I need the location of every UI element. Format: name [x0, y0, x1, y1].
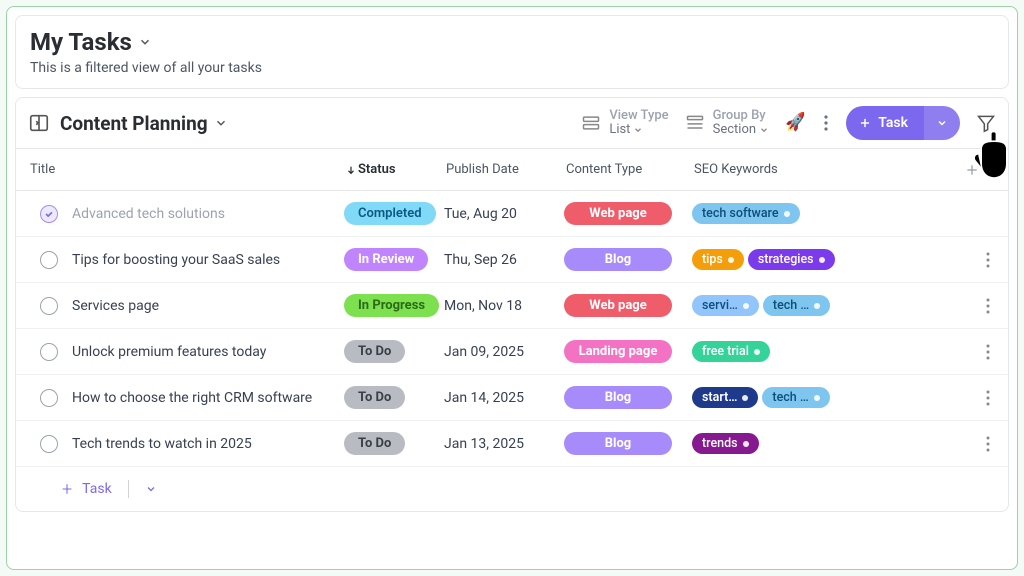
task-status[interactable]: To Do	[334, 386, 434, 409]
table-row[interactable]: Tech trends to watch in 2025To DoJan 13,…	[16, 421, 1008, 467]
col-publish[interactable]: Publish Date	[436, 162, 556, 177]
task-type[interactable]: Web page	[554, 294, 682, 317]
task-checkbox[interactable]	[40, 343, 58, 361]
table-row[interactable]: How to choose the right CRM softwareTo D…	[16, 375, 1008, 421]
task-rows: Advanced tech solutionsCompletedTue, Aug…	[16, 191, 1008, 467]
chevron-down-icon[interactable]	[145, 483, 157, 495]
add-task-dropdown[interactable]	[924, 106, 960, 140]
table-row[interactable]: Advanced tech solutionsCompletedTue, Aug…	[16, 191, 1008, 237]
viewtype-label: View Type	[609, 109, 668, 123]
task-status[interactable]: Completed	[334, 202, 434, 225]
groupby-label: Group By	[713, 109, 769, 123]
task-status[interactable]: In Progress	[334, 294, 434, 317]
toolbar-left: Content Planning	[28, 112, 569, 135]
arrow-down-icon	[346, 165, 356, 175]
task-type[interactable]: Web page	[554, 202, 682, 225]
task-title[interactable]: Services page	[72, 298, 334, 314]
task-date[interactable]: Jan 13, 2025	[434, 436, 554, 452]
add-task-label: Task	[878, 115, 908, 131]
col-seo[interactable]: SEO Keywords	[684, 162, 864, 177]
add-row[interactable]: + Task	[16, 467, 1008, 511]
task-title[interactable]: Tech trends to watch in 2025	[72, 436, 334, 452]
groupby-control[interactable]: Group By Section	[685, 109, 769, 138]
task-date[interactable]: Tue, Aug 20	[434, 206, 554, 222]
task-checkbox[interactable]	[40, 389, 58, 407]
add-task-main[interactable]: Task	[846, 106, 924, 140]
page-title-text: My Tasks	[30, 28, 132, 56]
board-card: Content Planning View Type List Group By	[15, 97, 1009, 512]
section-icon	[685, 113, 705, 133]
task-seo[interactable]: servi…tech …	[682, 295, 862, 316]
row-more-icon[interactable]	[986, 390, 990, 406]
col-status[interactable]: Status	[336, 162, 436, 177]
plus-icon	[964, 162, 980, 178]
task-status[interactable]: In Review	[334, 248, 434, 271]
task-checkbox[interactable]	[40, 297, 58, 315]
list-icon	[581, 113, 601, 133]
row-more-icon[interactable]	[986, 436, 990, 452]
task-date[interactable]: Mon, Nov 18	[434, 298, 554, 314]
grid-header: Title Status Publish Date Content Type S…	[16, 149, 1008, 191]
col-title[interactable]: Title	[16, 162, 336, 177]
add-row-label: Task	[82, 481, 112, 497]
chevron-down-icon	[936, 117, 948, 129]
task-seo[interactable]: tipsstrategies	[682, 249, 862, 270]
app-frame: My Tasks This is a filtered view of all …	[6, 6, 1018, 570]
task-title[interactable]: Tips for boosting your SaaS sales	[72, 252, 334, 268]
chevron-down-icon	[214, 116, 228, 130]
page-subtitle: This is a filtered view of all your task…	[30, 60, 994, 76]
task-title[interactable]: Unlock premium features today	[72, 344, 334, 360]
task-seo[interactable]: free trial	[682, 341, 862, 362]
task-type[interactable]: Blog	[554, 248, 682, 271]
plus-icon	[858, 116, 872, 130]
table-row[interactable]: Unlock premium features todayTo DoJan 09…	[16, 329, 1008, 375]
board-title-text: Content Planning	[60, 112, 208, 135]
task-title[interactable]: Advanced tech solutions	[72, 206, 334, 222]
toolbar-right: View Type List Group By Section 🚀	[581, 106, 996, 140]
task-type[interactable]: Blog	[554, 432, 682, 455]
table-row[interactable]: Tips for boosting your SaaS salesIn Revi…	[16, 237, 1008, 283]
chevron-down-icon	[138, 35, 152, 49]
task-seo[interactable]: start…tech …	[682, 387, 862, 408]
task-type[interactable]: Landing page	[554, 340, 682, 363]
layout-icon[interactable]	[28, 112, 50, 134]
task-seo[interactable]: trends	[682, 433, 862, 454]
page-title[interactable]: My Tasks	[30, 28, 994, 56]
row-more-icon[interactable]	[986, 344, 990, 360]
viewtype-value: List	[609, 123, 668, 137]
task-status[interactable]: To Do	[334, 432, 434, 455]
task-status[interactable]: To Do	[334, 340, 434, 363]
col-type[interactable]: Content Type	[556, 162, 684, 177]
divider	[128, 480, 129, 498]
rocket-icon[interactable]: 🚀	[784, 112, 807, 134]
task-seo[interactable]: tech software	[682, 203, 862, 224]
task-date[interactable]: Thu, Sep 26	[434, 252, 554, 268]
plus-icon: +	[62, 479, 72, 500]
more-icon[interactable]	[822, 115, 830, 131]
board-title[interactable]: Content Planning	[60, 112, 228, 135]
task-title[interactable]: How to choose the right CRM software	[72, 390, 334, 406]
task-checkbox[interactable]	[40, 435, 58, 453]
col-add[interactable]	[864, 162, 1008, 178]
viewtype-control[interactable]: View Type List	[581, 109, 668, 138]
task-checkbox[interactable]	[40, 251, 58, 269]
row-more-icon[interactable]	[986, 252, 990, 268]
page-header: My Tasks This is a filtered view of all …	[15, 15, 1009, 89]
task-checkbox[interactable]	[40, 205, 58, 223]
filter-icon[interactable]	[976, 113, 996, 133]
row-more-icon[interactable]	[986, 298, 990, 314]
add-task-button[interactable]: Task	[846, 106, 960, 140]
task-type[interactable]: Blog	[554, 386, 682, 409]
groupby-value: Section	[713, 123, 769, 137]
board-toolbar: Content Planning View Type List Group By	[16, 98, 1008, 149]
task-date[interactable]: Jan 14, 2025	[434, 390, 554, 406]
task-date[interactable]: Jan 09, 2025	[434, 344, 554, 360]
table-row[interactable]: Services pageIn ProgressMon, Nov 18Web p…	[16, 283, 1008, 329]
